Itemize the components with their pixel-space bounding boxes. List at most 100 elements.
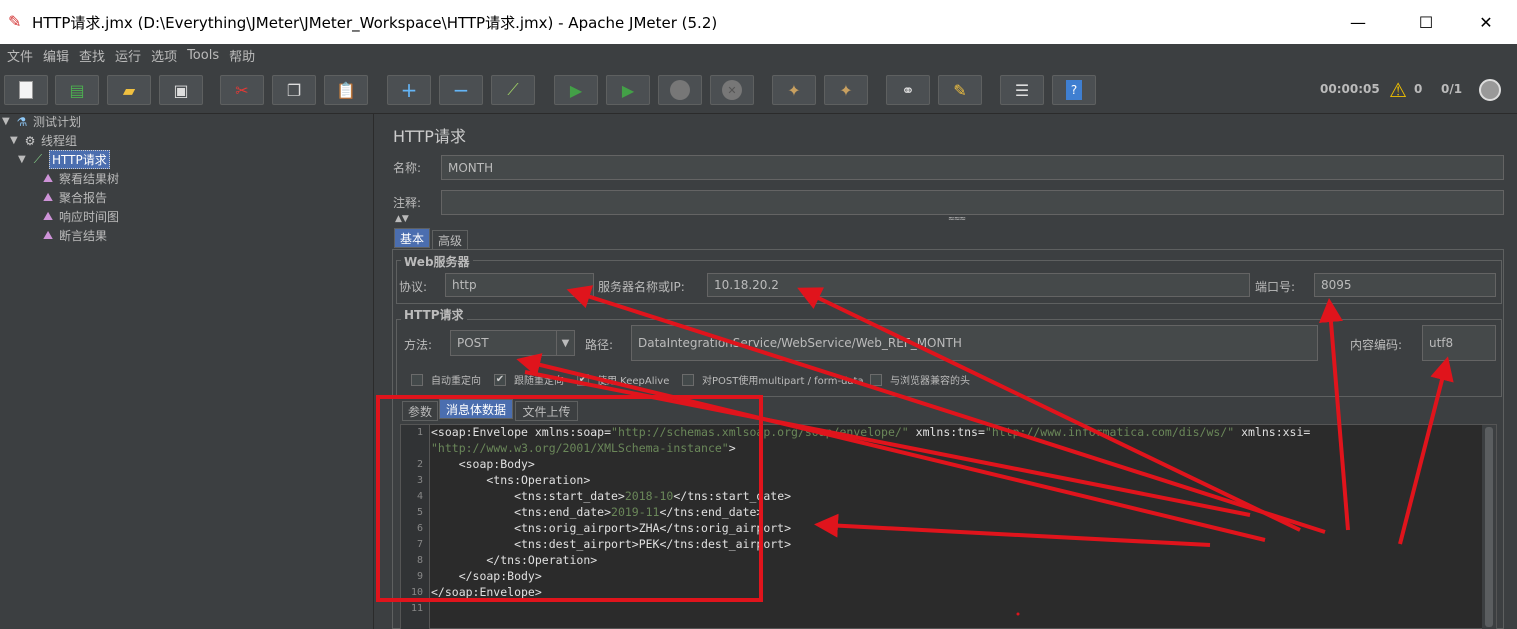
method-select[interactable]: POST ▼ [450, 330, 575, 356]
tree-item-http-request[interactable]: ▼ ⟋ HTTP请求 [18, 150, 110, 169]
server-field[interactable]: 10.18.20.2 [707, 273, 1250, 297]
thread-count: 0/1 [1441, 82, 1463, 96]
code-line: <tns:end_date>2019-11</tns:end_date> [431, 505, 764, 519]
body-data-editor[interactable]: 1 2 3 4 5 6 7 8 9 10 11 <soap:Envelope x… [400, 424, 1497, 629]
tree-item-thread-group[interactable]: ▼ ⚙ 线程组 [10, 131, 77, 150]
start-button[interactable]: ▶ [554, 75, 598, 105]
tab-parameters[interactable]: 参数 [402, 401, 438, 421]
code-line: <tns:dest_airport>PEK</tns:dest_airport> [431, 537, 792, 551]
checkbox-box[interactable] [682, 373, 694, 386]
list-icon: ☰ [1014, 80, 1030, 100]
paste-button[interactable]: 📋 [324, 75, 368, 105]
menu-tools[interactable]: Tools [187, 48, 219, 63]
minimize-button[interactable]: — [1335, 0, 1381, 44]
checkbox-box[interactable] [870, 373, 882, 386]
tab-files-upload[interactable]: 文件上传 [515, 401, 578, 421]
checkbox-box[interactable] [411, 373, 423, 386]
port-field[interactable]: 8095 [1314, 273, 1496, 297]
line-number: 11 [410, 603, 423, 614]
maximize-button[interactable]: ☐ [1403, 0, 1449, 44]
collapse-button[interactable]: − [439, 75, 483, 105]
toggle-button[interactable]: ⟋ [491, 75, 535, 105]
clear-all-button[interactable]: ✦ [824, 75, 868, 105]
protocol-field[interactable]: http [445, 273, 594, 297]
checkmark-icon[interactable]: ✔ [494, 373, 506, 386]
shutdown-button[interactable]: ✕ [710, 75, 754, 105]
resize-grip-icon[interactable]: ≈≈≈ [948, 214, 966, 223]
menu-run[interactable]: 运行 [115, 46, 141, 65]
protocol-label: 协议: [399, 280, 428, 294]
paste-icon: 📋 [336, 80, 356, 100]
shutdown-icon: ✕ [722, 80, 742, 100]
menu-help[interactable]: 帮助 [229, 46, 255, 65]
help-button[interactable]: ? [1052, 75, 1096, 105]
menu-options[interactable]: 选项 [151, 46, 177, 65]
expand-arrow-icon[interactable]: ▼ [10, 135, 22, 146]
tree-item-view-results-tree[interactable]: ⛰ 察看结果树 [40, 169, 119, 188]
name-field[interactable]: MONTH [441, 155, 1504, 180]
editor-scrollbar[interactable] [1482, 425, 1496, 629]
elapsed-timer: 00:00:05 [1320, 82, 1380, 96]
checkbox-browser-headers[interactable]: 与浏览器兼容的头 [870, 372, 970, 387]
split-pane-divider[interactable] [373, 114, 382, 629]
open-folder-icon: ▰ [122, 80, 136, 100]
checkbox-follow-redirects[interactable]: ✔ 跟随重定向 [494, 372, 564, 387]
menu-search[interactable]: 查找 [79, 46, 105, 65]
tab-basic[interactable]: 基本 [394, 228, 430, 248]
templates-button[interactable]: ▤ [55, 75, 99, 105]
checkbox-label: 使用 KeepAlive [597, 376, 670, 387]
menu-file[interactable]: 文件 [7, 46, 33, 65]
line-number: 8 [416, 555, 423, 566]
checkmark-icon[interactable]: ✔ [577, 373, 589, 386]
stop-button[interactable] [658, 75, 702, 105]
tree-item-label: 测试计划 [33, 115, 82, 129]
save-button[interactable]: ▣ [159, 75, 203, 105]
checkbox-keepalive[interactable]: ✔ 使用 KeepAlive [577, 372, 669, 387]
code-line: </soap:Envelope> [431, 585, 542, 599]
toolbar: ▤ ▰ ▣ ✂ ❐ 📋 + − ⟋ ▶ ▶ ✕ ✦ ✦ ⚭ ✎ ☰ ? 00:0… [0, 66, 1517, 114]
jmeter-window: ✎ HTTP请求.jmx (D:\Everything\JMeter\JMete… [0, 0, 1517, 629]
menu-edit[interactable]: 编辑 [43, 46, 69, 65]
reset-search-button[interactable]: ✎ [938, 75, 982, 105]
panel-heading: HTTP请求 [393, 127, 466, 146]
expand-arrow-icon[interactable]: ▼ [18, 154, 30, 165]
collapse-arrows-icon[interactable]: ▲▼ [395, 214, 409, 224]
window-title: HTTP请求.jmx (D:\Everything\JMeter\JMeter_… [32, 13, 718, 32]
broom-icon: ✦ [787, 80, 801, 100]
name-label: 名称: [393, 161, 422, 175]
toggle-icon: ⟋ [507, 80, 519, 99]
line-number: 10 [410, 587, 423, 598]
close-button[interactable]: ✕ [1463, 0, 1509, 44]
port-label: 端口号: [1255, 280, 1296, 294]
expand-arrow-icon[interactable]: ▼ [2, 116, 14, 127]
tree-item-label: HTTP请求 [49, 150, 110, 169]
function-helper-button[interactable]: ☰ [1000, 75, 1044, 105]
start-no-pause-button[interactable]: ▶ [606, 75, 650, 105]
tab-body-data[interactable]: 消息体数据 [439, 399, 513, 419]
search-button[interactable]: ⚭ [886, 75, 930, 105]
graph-icon: ⛰ [42, 171, 54, 185]
tree-item-test-plan[interactable]: ▼ ⚗ 测试计划 [2, 112, 81, 131]
tree-item-response-time-graph[interactable]: ⛰ 响应时间图 [40, 207, 119, 226]
warning-icon[interactable]: ⚠ [1389, 78, 1407, 102]
stop-icon [670, 80, 690, 100]
scrollbar-thumb[interactable] [1485, 427, 1493, 627]
checkbox-multipart[interactable]: 对POST使用multipart / form-data [682, 372, 864, 387]
jmeter-feather-icon: ✎ [8, 12, 22, 31]
cut-button[interactable]: ✂ [220, 75, 264, 105]
graph-icon: ⛰ [42, 228, 54, 242]
open-button[interactable]: ▰ [107, 75, 151, 105]
new-button[interactable] [4, 75, 48, 105]
expand-button[interactable]: + [387, 75, 431, 105]
copy-button[interactable]: ❐ [272, 75, 316, 105]
clear-button[interactable]: ✦ [772, 75, 816, 105]
tab-advanced[interactable]: 高级 [432, 230, 468, 250]
comment-field[interactable] [441, 190, 1504, 215]
encoding-field[interactable]: utf8 [1422, 325, 1496, 361]
chevron-down-icon[interactable]: ▼ [556, 331, 574, 355]
checkbox-auto-redirect[interactable]: 自动重定向 [411, 372, 481, 387]
tree-item-assertion-results[interactable]: ⛰ 断言结果 [40, 226, 107, 245]
tree-item-label: 线程组 [41, 134, 78, 148]
tree-item-aggregate-report[interactable]: ⛰ 聚合报告 [40, 188, 107, 207]
path-field[interactable]: DataIntegrationService/WebService/Web_RE… [631, 325, 1318, 361]
